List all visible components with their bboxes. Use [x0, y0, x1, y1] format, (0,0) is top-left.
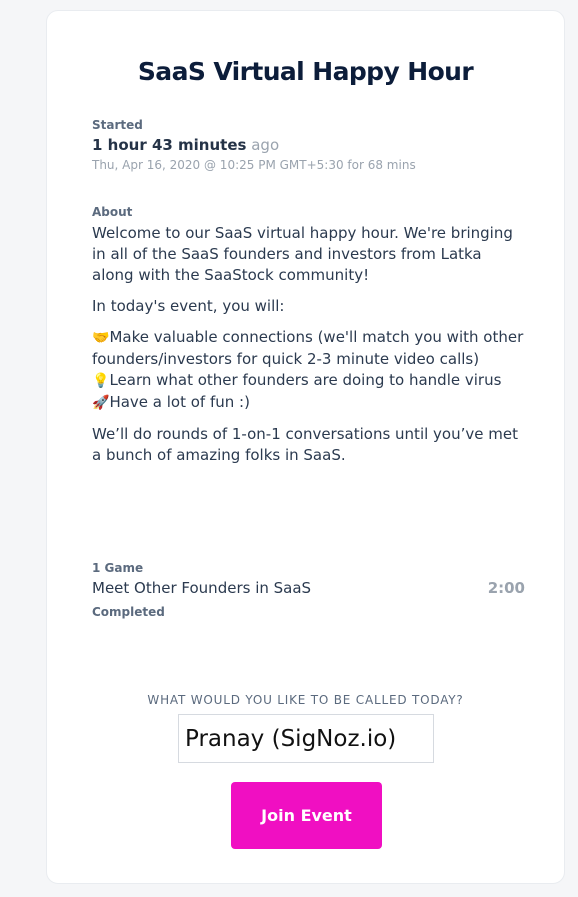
name-prompt: What would you like to be called today?: [147, 693, 464, 707]
event-card: SaaS Virtual Happy Hour Started 1 hour 4…: [46, 10, 565, 884]
started-ago: ago: [251, 136, 280, 154]
about-item: 🤝Make valuable connections (we'll match …: [92, 328, 523, 368]
handshake-icon: 🤝: [92, 330, 110, 346]
about-item-text: Make valuable connections (we'll match y…: [92, 328, 524, 368]
games-section: 1 Game Meet Other Founders in SaaS 2:00 …: [92, 560, 527, 620]
started-section: Started 1 hour 43 minutes ago Thu, Apr 1…: [92, 117, 527, 174]
about-item-text: Have a lot of fun :): [109, 393, 250, 411]
game-name: Meet Other Founders in SaaS: [92, 579, 312, 597]
about-intro: Welcome to our SaaS virtual happy hour. …: [92, 224, 513, 284]
about-item: 💡Learn what other founders are doing to …: [92, 371, 501, 389]
games-label: 1 Game: [92, 561, 144, 575]
about-lead: In today's event, you will:: [92, 297, 285, 315]
started-duration-line: 1 hour 43 minutes ago: [92, 135, 527, 155]
about-item: 🚀Have a lot of fun :): [92, 393, 250, 411]
lightbulb-icon: 💡: [92, 373, 110, 389]
game-time: 2:00: [487, 579, 525, 597]
started-duration: 1 hour 43 minutes: [92, 136, 247, 154]
about-body: Welcome to our SaaS virtual happy hour. …: [92, 223, 527, 466]
display-name-input[interactable]: [178, 714, 434, 763]
game-row: Meet Other Founders in SaaS 2:00: [92, 577, 527, 599]
rocket-icon: 🚀: [92, 395, 110, 411]
game-status: Completed: [92, 605, 165, 619]
about-list: 🤝Make valuable connections (we'll match …: [92, 327, 527, 414]
about-label: About: [92, 205, 133, 219]
started-label: Started: [92, 118, 143, 132]
about-section: About Welcome to our SaaS virtual happy …: [92, 204, 527, 476]
about-item-text: Learn what other founders are doing to h…: [109, 371, 502, 389]
event-datetime: Thu, Apr 16, 2020 @ 10:25 PM GMT+5:30 fo…: [92, 158, 416, 172]
event-title: SaaS Virtual Happy Hour: [137, 57, 474, 86]
about-closing: We’ll do rounds of 1-on-1 conversations …: [92, 425, 518, 464]
join-event-button[interactable]: Join Event: [231, 782, 382, 849]
